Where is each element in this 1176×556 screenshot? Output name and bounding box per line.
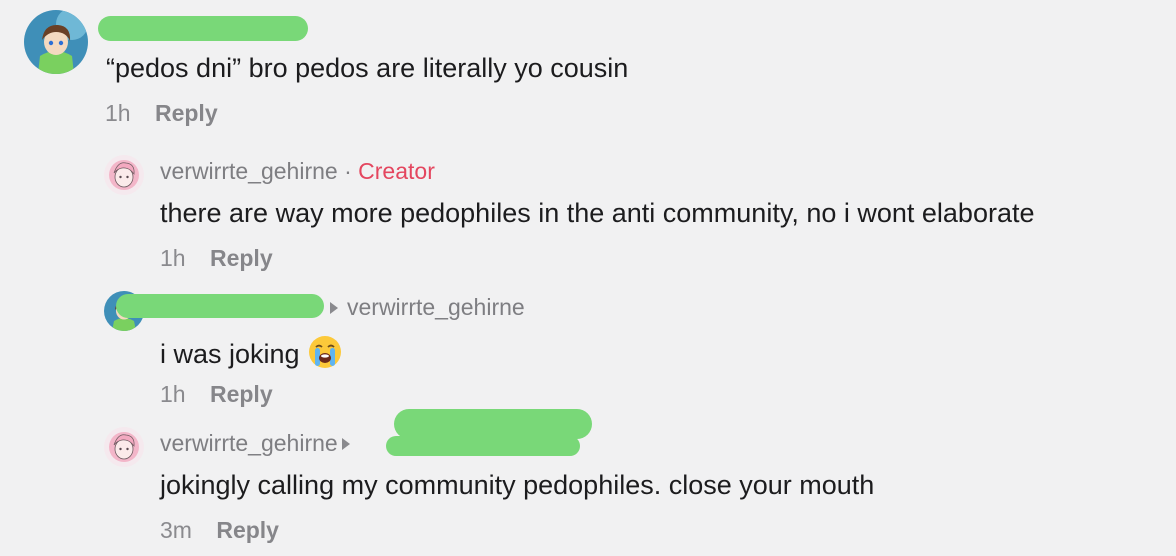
redacted-username [116, 294, 324, 318]
user-avatar[interactable] [24, 10, 88, 74]
comment-text: i was joking [160, 335, 342, 370]
comment-time: 1h [160, 381, 186, 407]
creator-avatar[interactable] [104, 427, 144, 467]
comment-author: verwirrte_gehirne · Creator [160, 158, 435, 185]
reply-arrow-icon [341, 437, 350, 450]
redacted-username [394, 409, 592, 439]
comment-text: “pedos dni” bro pedos are literally yo c… [106, 53, 629, 83]
comment-time: 1h [160, 245, 186, 271]
comment-meta: 1h Reply [160, 381, 273, 408]
comment-text: jokingly calling my community pedophiles… [160, 470, 875, 500]
loudly-crying-face-icon [308, 336, 341, 368]
comment-time: 3m [160, 517, 192, 543]
comment-author: verwirrte_gehirne [160, 430, 359, 457]
comment-thread: “pedos dni” bro pedos are literally yo c… [0, 0, 1176, 556]
separator-dot: · [344, 158, 352, 184]
reply-arrow-icon [330, 301, 338, 314]
reply-button[interactable]: Reply [155, 100, 218, 126]
creator-avatar[interactable] [104, 155, 144, 195]
comment-meta: 1h Reply [105, 100, 218, 127]
comment-meta: 1h Reply [160, 245, 273, 272]
reply-button[interactable]: Reply [216, 517, 279, 543]
username-link[interactable]: verwirrte_gehirne [160, 158, 338, 184]
username-link[interactable]: verwirrte_gehirne [160, 430, 338, 456]
reply-to-username[interactable]: verwirrte_gehirne [347, 294, 525, 320]
reply-button[interactable]: Reply [210, 381, 273, 407]
redacted-username-bottom [386, 436, 580, 456]
comment-text-body: i was joking [160, 339, 300, 369]
creator-badge: Creator [358, 158, 435, 184]
reply-button[interactable]: Reply [210, 245, 273, 271]
comment-meta: 3m Reply [160, 517, 279, 544]
reply-to-header: verwirrte_gehirne [326, 294, 525, 321]
comment-text: there are way more pedophiles in the ant… [160, 198, 1035, 228]
comment-time: 1h [105, 100, 131, 126]
redacted-username [98, 16, 308, 41]
